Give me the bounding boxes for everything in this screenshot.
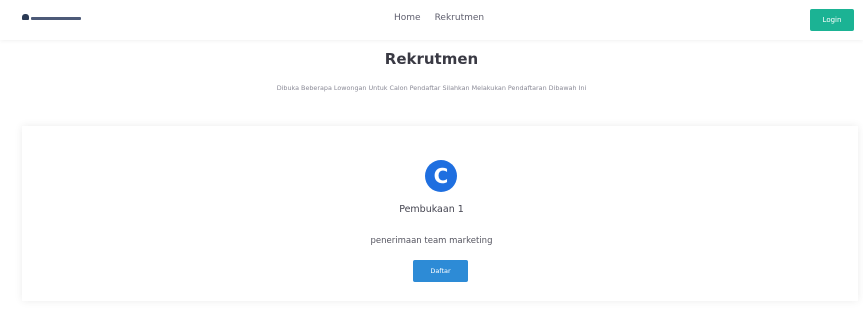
nav-links: Home Rekrutmen bbox=[394, 13, 484, 23]
login-button[interactable]: Login bbox=[810, 9, 854, 31]
logo-mark-icon bbox=[22, 14, 29, 20]
logo-wordmark bbox=[31, 16, 81, 20]
page-subtitle: Dibuka Beberapa Lowongan Untuk Calon Pen… bbox=[276, 84, 587, 92]
c-letter-icon: C bbox=[433, 164, 449, 188]
site-logo[interactable] bbox=[22, 14, 81, 20]
daftar-button[interactable]: Daftar bbox=[413, 260, 468, 282]
nav-link-home[interactable]: Home bbox=[394, 13, 421, 23]
navbar: Home Rekrutmen Login bbox=[0, 0, 863, 40]
page-title: Rekrutmen bbox=[384, 50, 479, 68]
nav-link-rekrutmen[interactable]: Rekrutmen bbox=[435, 13, 485, 23]
c-logo-icon: C bbox=[425, 160, 457, 192]
job-card-title: Pembukaan 1 bbox=[399, 204, 464, 215]
job-card-description: penerimaan team marketing bbox=[370, 236, 493, 246]
